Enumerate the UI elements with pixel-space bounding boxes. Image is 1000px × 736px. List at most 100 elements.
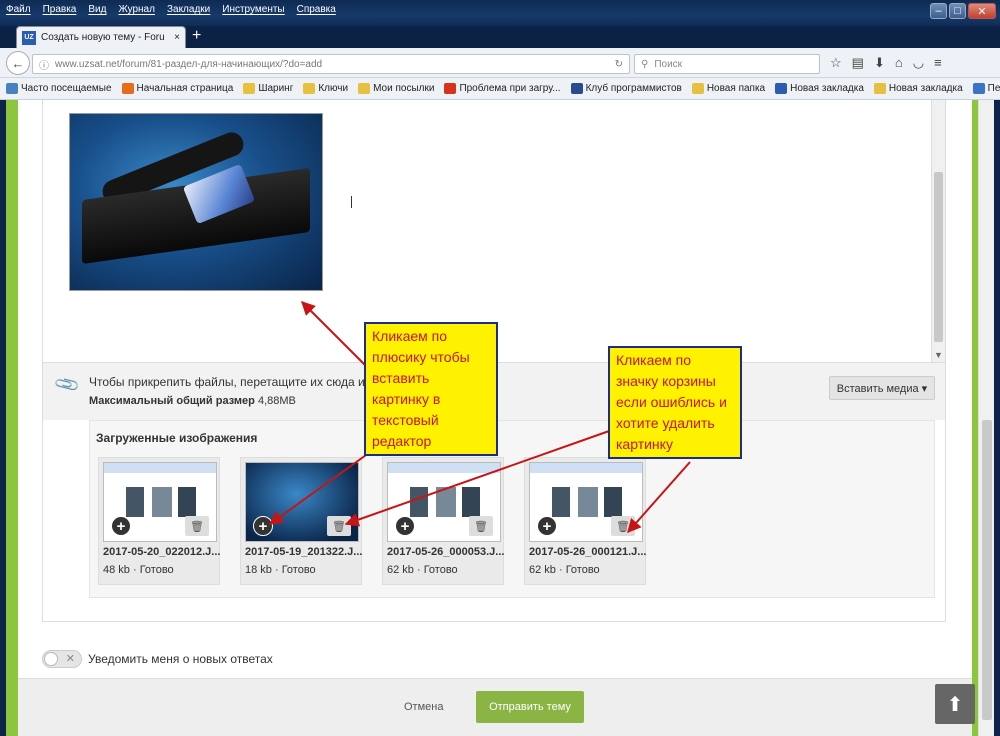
toolbar-icons: ☆ ▤ ⬇ ⌂ ◡ ≡	[830, 55, 942, 71]
search-input[interactable]: ⚲ Поиск	[634, 54, 820, 74]
navigation-bar: ← ⓘ www.uzsat.net/forum/81-раздел-для-на…	[0, 48, 1000, 78]
arrow-up-icon: ⬆	[946, 693, 964, 716]
url-text: www.uzsat.net/forum/81-раздел-для-начина…	[55, 58, 323, 70]
new-tab-button[interactable]: +	[192, 28, 201, 44]
maximize-button[interactable]: □	[949, 3, 966, 19]
bookmark-label: Проблема при загру...	[459, 83, 561, 94]
bookmark-item[interactable]: Новая папка	[691, 83, 766, 94]
toggle-knob	[44, 652, 58, 666]
page-scroll-thumb[interactable]	[982, 420, 992, 720]
menu-edit[interactable]: Правка	[43, 4, 77, 15]
insert-media-button[interactable]: Вставить медиа ▾	[829, 376, 935, 400]
bookmark-item[interactable]: Мои посылки	[358, 83, 434, 94]
bookmark-label: Новая закладка	[888, 83, 963, 94]
bookmark-icon	[873, 83, 886, 94]
notify-toggle[interactable]: ✕	[42, 650, 82, 668]
bookmark-star-icon[interactable]: ☆	[830, 55, 842, 71]
upload-card: + 🗑 2017-05-20_022012.J... 48 kb · Готов…	[98, 457, 220, 585]
bookmark-item[interactable]: Клуб программистов	[570, 83, 682, 94]
reload-icon[interactable]: ↻	[615, 59, 623, 70]
scroll-down-arrow-icon[interactable]: ▼	[934, 350, 943, 360]
annotation-plus: Кликаем по плюсику чтобы вставить картин…	[364, 322, 498, 456]
upload-size: 62 kb	[529, 564, 556, 576]
delete-image-trash-button[interactable]: 🗑	[327, 516, 351, 536]
bookmark-item[interactable]: Часто посещаемые	[6, 83, 112, 94]
address-bar[interactable]: ⓘ www.uzsat.net/forum/81-раздел-для-начи…	[32, 54, 630, 74]
info-icon[interactable]: ⓘ	[39, 57, 49, 72]
editor-scroll-thumb[interactable]	[934, 172, 943, 342]
notify-row: ✕ Уведомить меня о новых ответах	[42, 650, 273, 668]
insert-image-plus-button[interactable]: +	[537, 516, 557, 536]
tab-close-icon[interactable]: ×	[174, 32, 180, 43]
insert-image-plus-button[interactable]: +	[111, 516, 131, 536]
upload-status: Готово	[281, 564, 316, 576]
home-icon[interactable]: ⌂	[895, 55, 903, 71]
tab-title: Создать новую тему - Foru	[41, 32, 165, 43]
back-button[interactable]: ←	[6, 51, 30, 75]
upload-meta: 48 kb · Готово	[103, 564, 174, 576]
inserted-receiver-image[interactable]	[69, 113, 323, 291]
close-window-button[interactable]: ✕	[968, 3, 996, 19]
upload-meta: 62 kb · Готово	[529, 564, 600, 576]
upload-filename: 2017-05-26_000121.J...	[529, 546, 647, 558]
search-placeholder: Поиск	[654, 58, 683, 70]
bookmark-item[interactable]: Начальная страница	[121, 83, 234, 94]
upload-filename: 2017-05-19_201322.J...	[245, 546, 363, 558]
bookmark-icon	[691, 83, 704, 94]
title-bar: Файл Правка Вид Журнал Закладки Инструме…	[0, 0, 1000, 26]
hamburger-menu-icon[interactable]: ≡	[934, 55, 942, 71]
bookmark-label: Новая закладка	[790, 83, 864, 94]
reading-list-icon[interactable]: ▤	[852, 55, 864, 71]
upload-meta: 62 kb · Готово	[387, 564, 458, 576]
bookmark-label: Начальная страница	[136, 83, 234, 94]
bookmark-item[interactable]: Проблема при загру...	[444, 83, 561, 94]
delete-image-trash-button[interactable]: 🗑	[185, 516, 209, 536]
window-controls: – □ ✕	[930, 3, 996, 19]
menu-bookmarks[interactable]: Закладки	[167, 4, 210, 15]
editor-scrollbar[interactable]: ▼	[931, 100, 945, 362]
download-icon[interactable]: ⬇	[874, 55, 885, 71]
insert-image-plus-button[interactable]: +	[253, 516, 273, 536]
submit-topic-button[interactable]: Отправить тему	[476, 691, 584, 723]
delete-image-trash-button[interactable]: 🗑	[469, 516, 493, 536]
forum-page: ▼ 📎 Чтобы прикрепить файлы, перетащите и…	[6, 100, 994, 736]
bookmark-label: Переводчик	[987, 83, 1000, 94]
arrow-left-icon: ←	[11, 55, 25, 71]
notify-label: Уведомить меня о новых ответах	[88, 652, 273, 666]
menu-view[interactable]: Вид	[88, 4, 106, 15]
bookmark-item[interactable]: Новая закладка	[873, 83, 963, 94]
annotation-trash: Кликаем по значку корзины если ошиблись …	[608, 346, 742, 459]
menu-tools[interactable]: Инструменты	[222, 4, 284, 15]
uploaded-images-panel: Загруженные изображения + 🗑 2017-05-20_0…	[89, 420, 935, 598]
bookmark-item[interactable]: Ключи	[303, 83, 348, 94]
tab-create-topic[interactable]: UZ Создать новую тему - Foru ×	[16, 26, 186, 48]
menu-file[interactable]: Файл	[6, 4, 31, 15]
form-footer: Отмена Отправить тему	[18, 678, 972, 736]
upload-status: Готово	[423, 564, 458, 576]
minimize-button[interactable]: –	[930, 3, 947, 19]
upload-card: + 🗑 2017-05-26_000053.J... 62 kb · Готов…	[382, 457, 504, 585]
pocket-icon[interactable]: ◡	[913, 55, 924, 71]
bookmark-label: Новая папка	[706, 83, 766, 94]
bookmark-item[interactable]: Шаринг	[243, 83, 293, 94]
bookmark-icon	[358, 83, 371, 94]
bookmark-icon	[121, 83, 134, 94]
bookmark-item[interactable]: Новая закладка	[775, 83, 864, 94]
bookmarks-bar: Часто посещаемые Начальная страница Шаринг…	[0, 78, 1000, 100]
page-scrollbar[interactable]	[978, 100, 994, 736]
delete-image-trash-button[interactable]: 🗑	[611, 516, 635, 536]
cancel-link[interactable]: Отмена	[404, 701, 443, 713]
upload-card: + 🗑 2017-05-26_000121.J... 62 kb · Готов…	[524, 457, 646, 585]
upload-filename: 2017-05-26_000053.J...	[387, 546, 505, 558]
uploaded-images-heading: Загруженные изображения	[96, 431, 258, 445]
upload-card: + 🗑 2017-05-19_201322.J... 18 kb · Готов…	[240, 457, 362, 585]
menu-help[interactable]: Справка	[297, 4, 336, 15]
bookmark-label: Клуб программистов	[585, 83, 682, 94]
bookmark-item[interactable]: Переводчик	[972, 83, 1000, 94]
menu-history[interactable]: Журнал	[118, 4, 155, 15]
insert-image-plus-button[interactable]: +	[395, 516, 415, 536]
upload-meta: 18 kb · Готово	[245, 564, 316, 576]
scroll-to-top-button[interactable]: ⬆	[935, 684, 975, 724]
bookmark-icon	[972, 83, 985, 94]
bookmark-label: Мои посылки	[373, 83, 435, 94]
